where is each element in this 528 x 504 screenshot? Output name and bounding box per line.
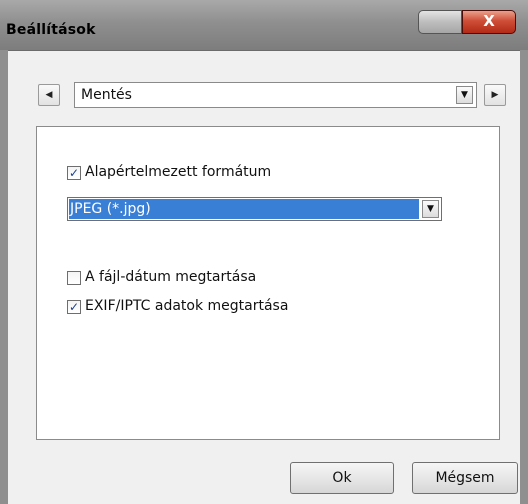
ok-button[interactable]: Ok <box>290 462 394 494</box>
titlebar-blank-button[interactable] <box>418 10 462 34</box>
section-dropdown-button[interactable]: ▼ <box>456 86 473 104</box>
default-format-label[interactable]: Alapértelmezett formátum <box>85 164 271 180</box>
title-bar[interactable]: Beállítások X <box>0 0 528 50</box>
keep-file-date-label[interactable]: A fájl-dátum megtartása <box>85 269 256 285</box>
format-select-value: JPEG (*.jpg) <box>69 199 419 219</box>
checkmark-icon: ✓ <box>68 166 80 180</box>
next-section-button[interactable]: ▶ <box>484 84 506 106</box>
section-select-value: Mentés <box>81 87 132 103</box>
section-select[interactable]: Mentés ▼ <box>74 82 477 108</box>
keep-exif-iptc-label[interactable]: EXIF/IPTC adatok megtartása <box>85 298 288 314</box>
settings-dialog: Beállítások X ◀ Mentés ▼ ▶ ✓ Alapértelme… <box>0 0 528 504</box>
keep-exif-iptc-checkbox[interactable]: ✓ <box>67 300 81 314</box>
prev-section-button[interactable]: ◀ <box>38 84 60 106</box>
format-select[interactable]: JPEG (*.jpg) ▼ <box>67 197 442 221</box>
window-title: Beállítások <box>6 22 96 38</box>
chevron-down-icon: ▼ <box>461 90 468 100</box>
close-icon: X <box>483 12 495 30</box>
arrow-right-icon: ▶ <box>491 90 499 100</box>
chevron-down-icon: ▼ <box>427 204 434 214</box>
window-frame-left <box>0 50 8 504</box>
keep-file-date-checkbox[interactable] <box>67 271 81 285</box>
cancel-button[interactable]: Mégsem <box>412 462 518 494</box>
checkmark-icon: ✓ <box>68 300 80 314</box>
close-button[interactable]: X <box>462 10 516 34</box>
format-dropdown-button[interactable]: ▼ <box>422 200 439 218</box>
window-frame-right <box>520 50 528 504</box>
arrow-left-icon: ◀ <box>45 90 53 100</box>
default-format-checkbox[interactable]: ✓ <box>67 166 81 180</box>
